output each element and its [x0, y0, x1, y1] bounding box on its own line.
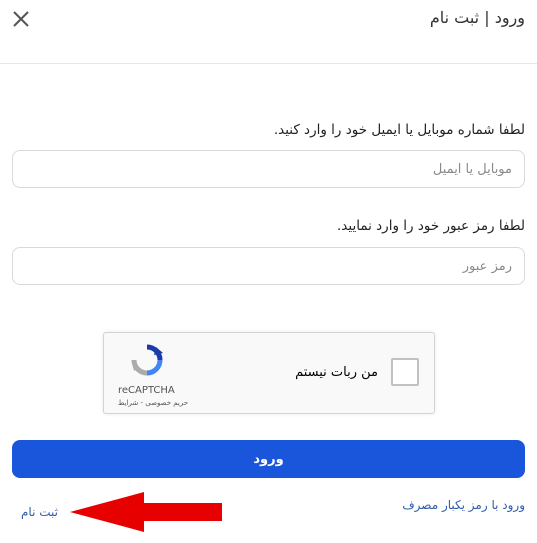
mobile-label: لطفا شماره موبایل یا ایمیل خود را وارد ک…	[273, 122, 525, 138]
mobile-email-input[interactable]	[13, 161, 524, 177]
mobile-field-box	[12, 150, 525, 188]
close-icon[interactable]	[10, 8, 32, 30]
otp-login-link[interactable]: ورود با رمز یکبار مصرف	[402, 498, 525, 512]
modal-header: ورود | ثبت نام	[0, 0, 537, 64]
page-title: ورود | ثبت نام	[429, 8, 525, 27]
password-label: لطفا رمز عبور خود را وارد نمایید.	[337, 218, 525, 234]
recaptcha-privacy-terms[interactable]: حریم خصوصی - شرایط	[118, 399, 188, 407]
recaptcha-logo-icon	[131, 344, 163, 376]
register-link[interactable]: ثبت نام	[21, 505, 58, 519]
password-field-box	[12, 247, 525, 285]
recaptcha-brand: reCAPTCHA	[118, 385, 175, 396]
recaptcha-label: من ربات نیستم	[295, 365, 378, 380]
password-input[interactable]	[13, 258, 524, 274]
recaptcha-checkbox[interactable]	[391, 358, 419, 386]
arrow-left-icon	[70, 492, 222, 532]
login-button[interactable]: ورود	[12, 440, 525, 478]
recaptcha-widget: من ربات نیستم reCAPTCHA حریم خصوصی - شرا…	[103, 332, 435, 414]
